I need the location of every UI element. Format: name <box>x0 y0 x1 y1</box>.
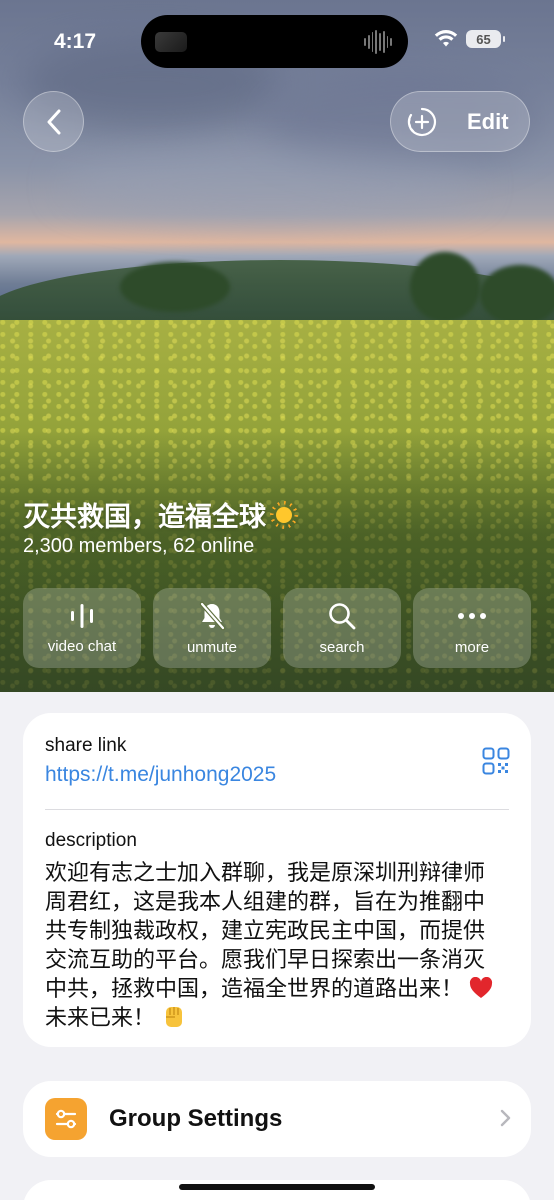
home-indicator[interactable] <box>179 1184 375 1190</box>
sun-emoji-icon <box>270 501 298 529</box>
description-tail: 未来已来！ <box>45 1005 156 1030</box>
divider <box>45 809 509 810</box>
next-section-card <box>23 1180 531 1200</box>
member-count: 2,300 members, 62 online <box>23 535 255 557</box>
group-name: 灭共救国，造福全球 <box>23 502 266 532</box>
edit-label: Edit <box>467 108 509 134</box>
description-text: 欢迎有志之士加入群聊，我是原深圳刑辩律师周君红，这是我本人组建的群，旨在为推翻中… <box>45 858 505 1032</box>
description-label: description <box>45 830 137 851</box>
dynamic-island <box>141 15 408 68</box>
description-main: 欢迎有志之士加入群聊，我是原深圳刑辩律师周君红，这是我本人组建的群，旨在为推翻中… <box>45 860 486 1001</box>
ellipsis-icon <box>458 612 486 619</box>
group-title: 灭共救国，造福全球 <box>23 495 298 534</box>
edit-button[interactable]: Edit <box>390 91 530 152</box>
group-settings-label: Group Settings <box>109 1105 283 1132</box>
settings-sliders-icon <box>45 1098 87 1140</box>
bell-slash-icon <box>199 601 226 630</box>
status-indicators: 65 <box>434 30 505 48</box>
share-link-label: share link <box>45 735 127 756</box>
add-story-icon <box>407 107 437 136</box>
wifi-icon <box>434 30 458 47</box>
waveform-icon <box>71 603 93 628</box>
back-button[interactable] <box>23 91 84 152</box>
more-label: more <box>454 638 490 656</box>
chevron-right-icon <box>500 1109 511 1127</box>
now-playing-thumbnail <box>155 32 187 52</box>
group-settings-row[interactable]: Group Settings <box>23 1081 531 1157</box>
video-chat-label: video chat <box>47 637 117 655</box>
raised-fist-emoji-icon <box>166 1007 183 1027</box>
share-link[interactable]: https://t.me/junhong2025 <box>45 763 509 787</box>
unmute-label: unmute <box>186 638 238 656</box>
more-button[interactable]: more <box>413 588 531 668</box>
unmute-button[interactable]: unmute <box>153 588 271 668</box>
status-time: 4:17 <box>54 30 97 53</box>
search-button[interactable]: search <box>283 588 401 668</box>
chevron-left-icon <box>47 109 60 134</box>
red-heart-emoji-icon <box>470 977 493 998</box>
action-buttons: video chat unmute search more <box>23 588 531 668</box>
search-label: search <box>319 638 365 656</box>
search-icon <box>329 602 356 629</box>
battery-indicator: 65 <box>466 30 505 48</box>
video-chat-button[interactable]: video chat <box>23 588 141 668</box>
group-info-card: share link https://t.me/junhong2025 desc… <box>23 713 531 1047</box>
audio-waveform-icon <box>364 30 392 54</box>
qr-code-icon[interactable] <box>482 747 510 775</box>
